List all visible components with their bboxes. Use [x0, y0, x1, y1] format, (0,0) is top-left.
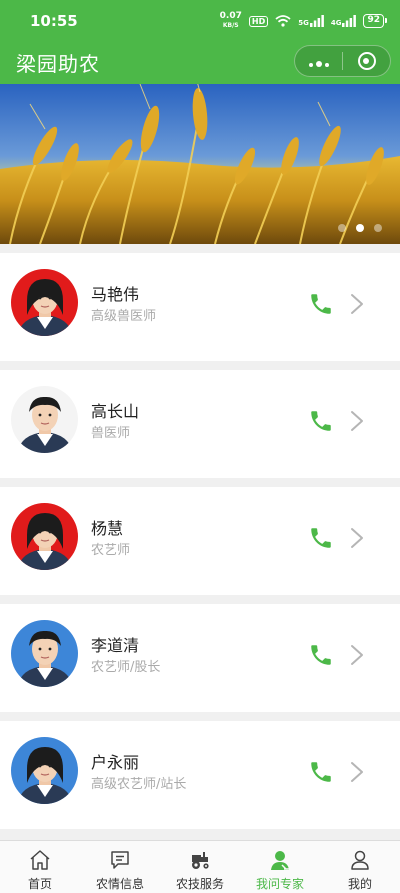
status-bar: 10:55 0.07 KB/S HD 5G 4G 92: [0, 0, 400, 42]
expert-card[interactable]: 李道清农艺师/股长: [0, 604, 400, 712]
carousel-dot-active[interactable]: [356, 224, 364, 232]
tab-user[interactable]: 我的: [320, 841, 400, 893]
expert-title: 兽医师: [91, 426, 131, 441]
carousel-dot[interactable]: [338, 224, 346, 232]
expert-title: 高级农艺师/站长: [91, 777, 187, 792]
expert-title: 农艺师: [91, 543, 131, 558]
expert-card[interactable]: 户永丽高级农艺师/站长: [0, 721, 400, 829]
tab-expert[interactable]: 我问专家: [240, 841, 320, 893]
phone-call-icon[interactable]: [308, 525, 334, 551]
expert-title: 农艺师/股长: [91, 660, 161, 675]
wheat-field-image: [0, 84, 400, 244]
target-close-icon: [357, 52, 376, 70]
tab-label: 农技服务: [175, 877, 224, 891]
phone-call-icon[interactable]: [308, 408, 334, 434]
more-dots-icon: [307, 52, 330, 71]
close-miniprogram-button[interactable]: [343, 46, 390, 76]
tab-label: 我问专家: [255, 877, 304, 891]
carousel-indicator: [338, 224, 382, 232]
phone-call-icon[interactable]: [308, 291, 334, 317]
tab-home[interactable]: 首页: [0, 841, 80, 893]
tab-message[interactable]: 农情信息: [80, 841, 160, 893]
expert-avatar: [11, 503, 78, 570]
chevron-right-icon[interactable]: [350, 644, 364, 666]
expert-avatar: [11, 386, 78, 453]
battery-icon: 92: [363, 14, 387, 28]
expert-list: 马艳伟高级兽医师高长山兽医师杨慧农艺师李道清农艺师/股长户永丽高级农艺师/站长: [0, 253, 400, 838]
miniprogram-capsule: [294, 45, 391, 77]
chevron-right-icon[interactable]: [350, 410, 364, 432]
tab-tractor[interactable]: 农技服务: [160, 841, 240, 893]
bottom-tab-bar: 首页 农情信息 农技服务 我问专家 我的: [0, 840, 400, 893]
home-icon: [28, 848, 52, 872]
banner-carousel[interactable]: [0, 84, 400, 244]
app-title: 梁园助农: [16, 52, 100, 76]
phone-call-icon[interactable]: [308, 642, 334, 668]
signal-4g-icon: 4G: [331, 15, 357, 27]
wifi-icon: [275, 15, 291, 27]
signal-5g-icon: 5G: [298, 15, 324, 27]
expert-name: 杨慧: [91, 519, 124, 538]
tab-label: 首页: [27, 877, 52, 891]
expert-name: 李道清: [91, 636, 140, 655]
expert-title: 高级兽医师: [91, 309, 157, 324]
expert-card[interactable]: 杨慧 农艺师: [0, 487, 400, 595]
carousel-dot[interactable]: [374, 224, 382, 232]
hd-badge: HD: [248, 15, 269, 27]
navigation-bar: 梁园助农: [0, 42, 400, 84]
user-icon: [348, 848, 372, 872]
expert-name: 户永丽: [91, 753, 140, 772]
tab-label: 农情信息: [95, 877, 144, 891]
expert-avatar: [11, 737, 78, 804]
tab-label: 我的: [347, 877, 372, 891]
chevron-right-icon[interactable]: [350, 761, 364, 783]
expert-icon: [268, 848, 292, 872]
expert-avatar: [11, 269, 78, 336]
expert-name: 高长山: [91, 402, 140, 421]
tractor-icon: [188, 848, 212, 872]
expert-name: 马艳伟: [91, 285, 140, 304]
chevron-right-icon[interactable]: [350, 527, 364, 549]
more-menu-button[interactable]: [295, 46, 342, 76]
status-icons: 0.07 KB/S HD 5G 4G 92: [219, 11, 387, 30]
chevron-right-icon[interactable]: [350, 293, 364, 315]
expert-avatar: [11, 620, 78, 687]
network-speed: 0.07 KB/S: [219, 11, 242, 30]
expert-card[interactable]: 高长山 兽医师: [0, 370, 400, 478]
message-icon: [108, 848, 132, 872]
status-time: 10:55: [30, 12, 78, 30]
expert-card[interactable]: 马艳伟 高级兽医师: [0, 253, 400, 361]
phone-call-icon[interactable]: [308, 759, 334, 785]
